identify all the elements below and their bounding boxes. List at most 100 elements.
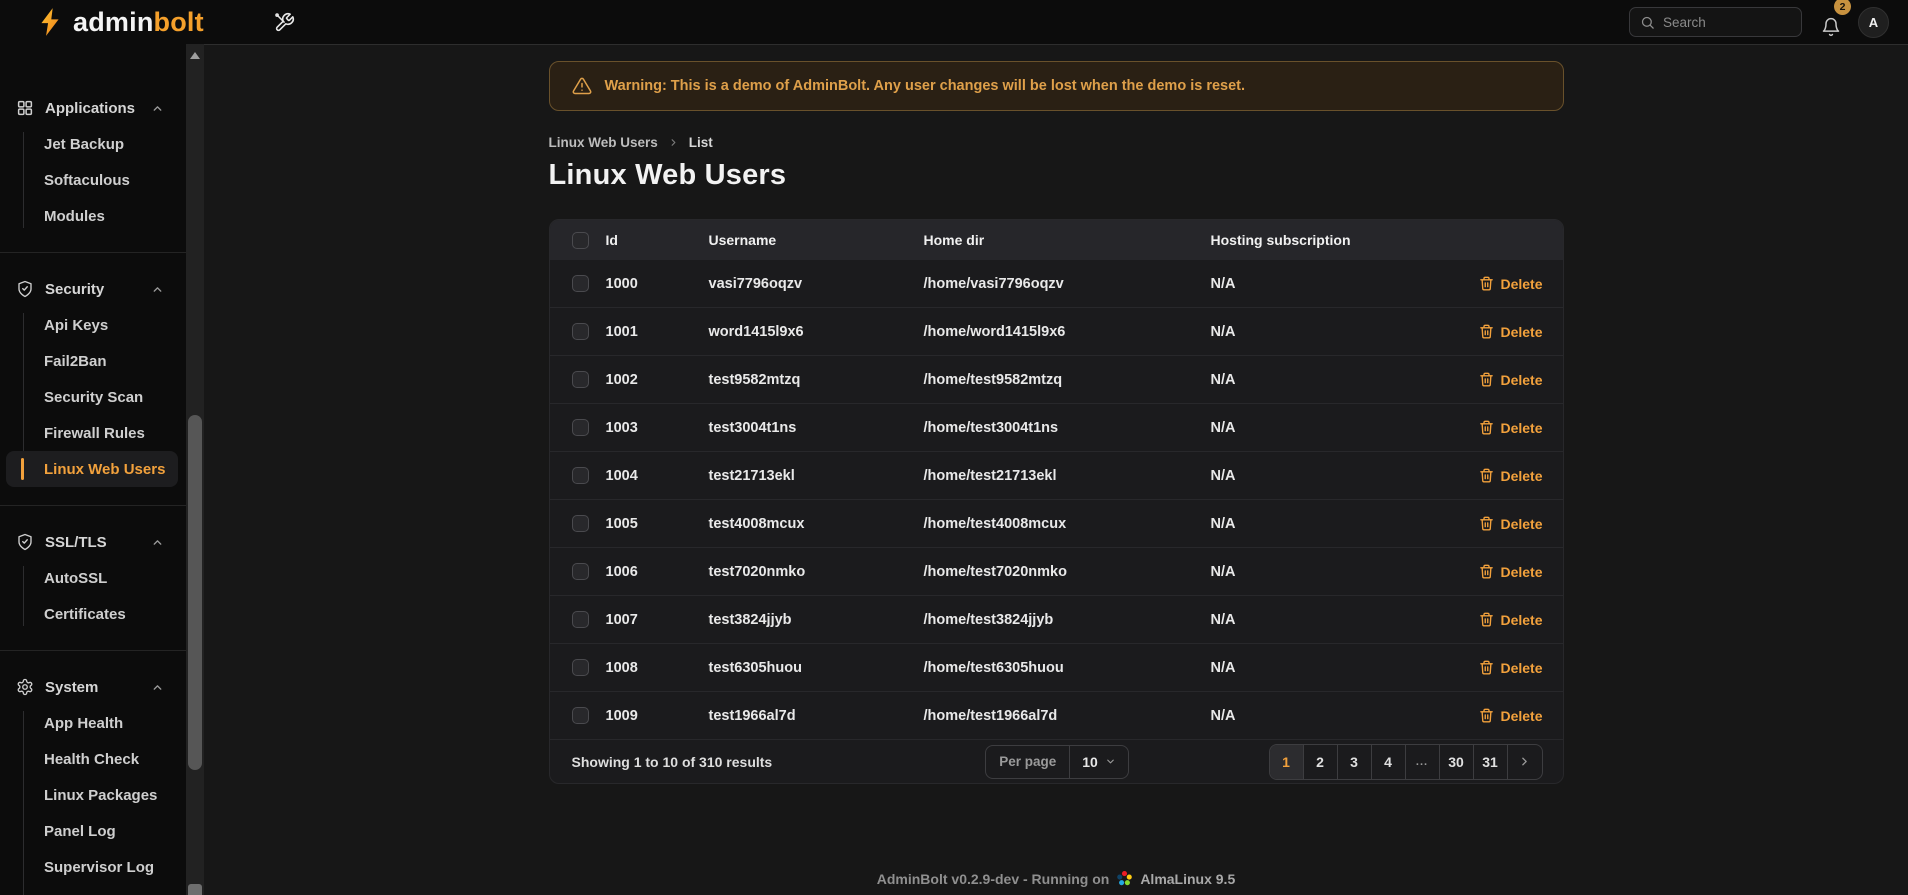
sidebar-item-supervisor-log[interactable]: Supervisor Log xyxy=(6,849,178,885)
section-label: System xyxy=(45,678,99,696)
sidebar-item-label: Security Scan xyxy=(44,388,144,406)
scrollbar-thumb[interactable] xyxy=(188,415,202,770)
scrollbar-down-button[interactable] xyxy=(188,884,202,895)
next-page-button[interactable] xyxy=(1508,745,1542,779)
delete-button[interactable]: Delete xyxy=(1479,324,1543,340)
delete-button[interactable]: Delete xyxy=(1479,708,1543,724)
sidebar-section-header[interactable]: Security xyxy=(0,271,186,307)
sidebar-item-api-keys[interactable]: Api Keys xyxy=(6,307,178,343)
sidebar-item-health-check[interactable]: Health Check xyxy=(6,741,178,777)
scrollbar-up-arrow[interactable] xyxy=(190,52,200,59)
delete-button[interactable]: Delete xyxy=(1479,420,1543,436)
section-label: Security xyxy=(45,280,105,298)
sidebar-item-jet-backup[interactable]: Jet Backup xyxy=(6,126,178,162)
page-button-30[interactable]: 30 xyxy=(1440,744,1474,779)
row-checkbox[interactable] xyxy=(571,515,589,532)
sidebar-item-softaculous[interactable]: Softaculous xyxy=(6,162,178,198)
page-button-4[interactable]: 4 xyxy=(1372,744,1406,779)
tools-button[interactable] xyxy=(274,12,295,33)
trash-icon xyxy=(1479,420,1494,435)
delete-button[interactable]: Delete xyxy=(1479,516,1543,532)
page-ellipsis[interactable]: ... xyxy=(1406,744,1440,779)
cell-username: vasi7796oqzv xyxy=(708,275,803,292)
breadcrumb-parent[interactable]: Linux Web Users xyxy=(549,135,658,150)
sidebar-item-label: Supervisor Log xyxy=(44,858,155,876)
cell-id: 1002 xyxy=(605,371,638,388)
row-checkbox[interactable] xyxy=(571,563,589,580)
cell-home-dir: /home/test1966al7d xyxy=(923,707,1058,724)
row-checkbox[interactable] xyxy=(571,323,589,340)
sidebar-item-security-scan[interactable]: Security Scan xyxy=(6,379,178,415)
per-page-select[interactable]: 10 xyxy=(1070,754,1128,770)
select-all-checkbox[interactable] xyxy=(571,231,589,249)
page-buttons: 1 2 3 4 ... 30 31 xyxy=(1268,743,1543,780)
cell-id: 1007 xyxy=(605,611,638,628)
sidebar-item-certificates[interactable]: Certificates xyxy=(6,596,178,632)
sidebar-divider xyxy=(0,505,186,506)
cell-home-dir: /home/word1415l9x6 xyxy=(923,323,1066,340)
cell-id: 1004 xyxy=(605,467,638,484)
page-button-2[interactable]: 2 xyxy=(1304,744,1338,779)
table-footer: Showing 1 to 10 of 310 results Per page … xyxy=(550,740,1563,783)
delete-button[interactable]: Delete xyxy=(1479,468,1543,484)
tools-icon xyxy=(274,12,295,33)
sidebar-section: SSL/TLS AutoSSL Certificates xyxy=(0,524,186,632)
sidebar-item-modules[interactable]: Modules xyxy=(6,198,178,234)
column-header-home-dir: Home dir xyxy=(923,232,985,248)
row-checkbox[interactable] xyxy=(571,371,589,388)
gear-icon xyxy=(16,678,34,696)
row-checkbox[interactable] xyxy=(571,275,589,292)
table-row: 1004 test21713ekl /home/test21713ekl N/A… xyxy=(549,452,1563,500)
search-input[interactable] xyxy=(1663,14,1791,30)
sidebar-item-linux-web-users[interactable]: Linux Web Users xyxy=(6,451,178,487)
row-checkbox[interactable] xyxy=(571,419,589,436)
page-button-3[interactable]: 3 xyxy=(1338,744,1372,779)
sidebar-item-autossl[interactable]: AutoSSL xyxy=(6,560,178,596)
row-checkbox[interactable] xyxy=(571,707,589,724)
delete-button[interactable]: Delete xyxy=(1479,372,1543,388)
delete-button[interactable]: Delete xyxy=(1479,660,1543,676)
per-page-control[interactable]: Per page 10 xyxy=(985,744,1129,779)
table-row: 1002 test9582mtzq /home/test9582mtzq N/A… xyxy=(549,356,1563,404)
sidebar-item-firewall-rules[interactable]: Firewall Rules xyxy=(6,415,178,451)
sidebar-item-label: Fail2Ban xyxy=(44,352,107,370)
page-button-1[interactable]: 1 xyxy=(1269,744,1304,779)
sidebar-item-label: Jet Backup xyxy=(44,135,125,153)
sidebar-scrollbar[interactable] xyxy=(186,44,204,895)
delete-button[interactable]: Delete xyxy=(1479,564,1543,580)
footer-version-text: AdminBolt v0.2.9-dev - Running on xyxy=(876,870,1110,887)
page-button-31[interactable]: 31 xyxy=(1474,744,1508,779)
notifications-button[interactable]: 2 xyxy=(1818,0,1851,37)
per-page-label: Per page xyxy=(986,745,1071,778)
per-page-value: 10 xyxy=(1082,753,1098,770)
warning-text: Warning: This is a demo of AdminBolt. An… xyxy=(604,78,1246,94)
row-checkbox[interactable] xyxy=(571,659,589,676)
almalinux-logo-icon xyxy=(1116,870,1133,887)
sidebar-item-app-health[interactable]: App Health xyxy=(6,705,178,741)
sidebar-section-header[interactable]: System xyxy=(0,669,186,705)
section-items: App Health Health Check Linux Packages P… xyxy=(0,705,186,895)
trash-icon xyxy=(1479,516,1494,531)
sidebar-item-label: App Health xyxy=(44,714,124,732)
bell-icon xyxy=(1821,17,1841,37)
table-row: 1003 test3004t1ns /home/test3004t1ns N/A… xyxy=(549,404,1563,452)
sidebar-divider xyxy=(0,650,186,651)
delete-label: Delete xyxy=(1500,611,1543,628)
sidebar-item-panel-log[interactable]: Panel Log xyxy=(6,813,178,849)
sidebar-section-header[interactable]: SSL/TLS xyxy=(0,524,186,560)
cell-hosting: N/A xyxy=(1210,659,1236,676)
row-checkbox[interactable] xyxy=(571,467,589,484)
sidebar-item-system-updates[interactable]: System Updates xyxy=(6,885,178,895)
sidebar-section-header[interactable]: Applications xyxy=(0,90,186,126)
sidebar-item-fail2ban[interactable]: Fail2Ban xyxy=(6,343,178,379)
search-box[interactable] xyxy=(1629,7,1802,37)
app-footer: AdminBolt v0.2.9-dev - Running on AlmaLi… xyxy=(549,870,1564,887)
row-checkbox[interactable] xyxy=(571,611,589,628)
delete-button[interactable]: Delete xyxy=(1479,276,1543,292)
app-logo[interactable]: adminbolt xyxy=(37,7,204,38)
delete-button[interactable]: Delete xyxy=(1479,611,1543,628)
cell-id: 1009 xyxy=(605,707,638,724)
sidebar-item-label: Health Check xyxy=(44,750,140,768)
sidebar-item-linux-packages[interactable]: Linux Packages xyxy=(6,777,178,813)
avatar[interactable]: A xyxy=(1858,6,1889,38)
